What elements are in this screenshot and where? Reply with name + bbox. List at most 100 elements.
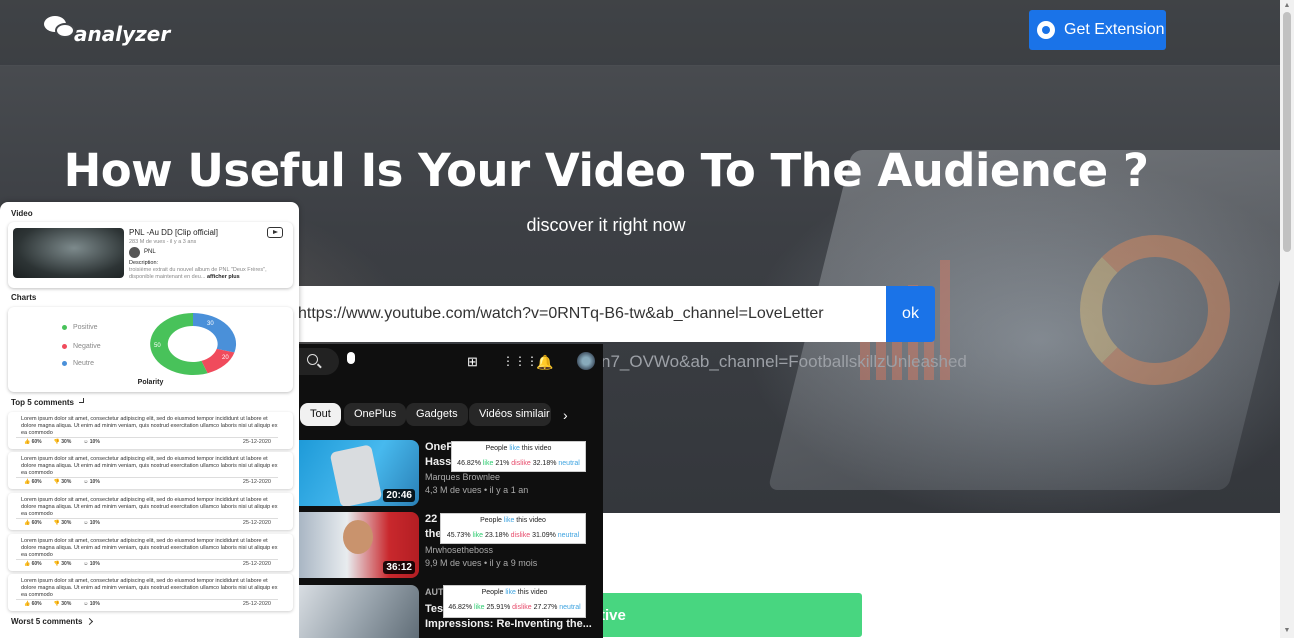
apps-grid-icon[interactable]: ⋮⋮⋮	[502, 354, 538, 368]
page: analyzer Get Extension How Useful Is You…	[0, 0, 1294, 638]
legend-neutral-label: Neutre	[73, 360, 95, 367]
video-description: troisième extrait du nouvel album de PNL…	[129, 267, 291, 281]
show-more-link[interactable]: afficher plus	[207, 274, 240, 280]
polarity-chart-card: Positive Negative Neutre 30 20 50 Polari…	[8, 307, 293, 392]
comment-date: 25-12-2020	[242, 561, 271, 567]
comment-text: Lorem ipsum dolor sit amet, consectetur …	[21, 456, 278, 476]
create-video-icon[interactable]: ⊞	[467, 354, 478, 370]
like-value: 60%	[31, 520, 42, 526]
donut-slice-neutral	[193, 312, 237, 353]
neutral-value: 10%	[89, 479, 100, 485]
chip-gadgets[interactable]: Gadgets	[406, 403, 468, 426]
popup-title-like: like	[505, 589, 516, 596]
chevron-down-icon	[78, 398, 84, 403]
polarity-donut-chart: 30 20 50	[150, 312, 237, 375]
negative-dot	[62, 344, 67, 349]
comment-card: Lorem ipsum dolor sit amet, consectetur …	[8, 452, 293, 489]
chart-title: Polarity	[137, 379, 164, 386]
worst-comments-toggle[interactable]: Worst 5 comments	[11, 617, 94, 626]
channel-avatar	[129, 247, 140, 258]
like-stat: 👍 60%	[24, 479, 42, 485]
legend-negative: Negative	[62, 343, 101, 350]
video-thumbnail[interactable]: 36:12	[299, 512, 419, 578]
positive-dot	[62, 325, 67, 330]
comment-stats: 👍 60% 👎 30% ☺ 10%	[24, 520, 100, 526]
legend-negative-label: Negative	[73, 343, 101, 350]
popup-dislike-value: 21%	[495, 460, 510, 467]
video-title: PNL -Au DD [Clip official]	[129, 228, 218, 237]
comment-date: 25-12-2020	[242, 601, 271, 607]
chip-tout[interactable]: Tout	[300, 403, 341, 426]
dislike-value: 30%	[61, 479, 72, 485]
sentiment-popup: People like this video 46.82% like 21% d…	[451, 441, 586, 472]
microphone-icon[interactable]	[347, 352, 355, 364]
avatar[interactable]	[577, 352, 595, 370]
popup-neutral-value: 31.09%	[532, 532, 556, 539]
like-value: 60%	[31, 479, 42, 485]
popup-title: People like this video	[441, 517, 585, 524]
charts-section-label: Charts	[11, 293, 37, 302]
comment-date: 25-12-2020	[242, 439, 271, 445]
chip-videos-similaires[interactable]: Vidéos similair	[469, 403, 551, 426]
video-meta: 4,3 M de vues • il y a 1 an	[425, 485, 529, 495]
neutral-value: 10%	[89, 439, 100, 445]
dislike-stat: 👎 30%	[53, 479, 72, 485]
popup-stats: 46.82% like 25.91% dislike 27.27% neutra…	[444, 604, 585, 611]
comment-text: Lorem ipsum dolor sit amet, consectetur …	[21, 497, 278, 517]
video-title[interactable]: OneP Hass	[425, 440, 454, 470]
video-title-line1: OneP	[425, 441, 454, 453]
chip-oneplus[interactable]: OnePlus	[344, 403, 407, 426]
donut-label-neutral: 30	[207, 321, 214, 327]
video-thumbnail	[13, 228, 124, 278]
comment-stats: 👍 60% 👎 30% ☺ 10%	[24, 439, 100, 445]
scrollbar-thumb[interactable]	[1283, 12, 1291, 252]
youtube-topbar: ⊞ ⋮⋮⋮ 🔔	[299, 344, 603, 380]
like-stat: 👍 60%	[24, 439, 42, 445]
dislike-value: 30%	[61, 561, 72, 567]
video-thumbnail[interactable]	[299, 585, 419, 638]
comment-stats: 👍 60% 👎 30% ☺ 10%	[24, 601, 100, 607]
dislike-value: 30%	[61, 601, 72, 607]
popup-like-value: 46.82%	[448, 604, 473, 611]
chat-bubbles-icon	[44, 16, 78, 44]
popup-dislike-word: dislike	[508, 532, 531, 539]
get-extension-button[interactable]: Get Extension	[1029, 10, 1166, 50]
popup-dislike-value: 23.18%	[484, 532, 509, 539]
positive-button[interactable]: tive	[560, 593, 862, 637]
chevron-right-icon	[86, 617, 94, 626]
logo[interactable]: analyzer	[44, 16, 170, 46]
like-value: 60%	[31, 561, 42, 567]
neutral-stat: ☺ 10%	[83, 439, 100, 445]
popup-neutral-word: neutral	[556, 460, 580, 467]
extension-preview-panel: Video PNL -Au DD [Clip official] 283 M d…	[0, 202, 299, 638]
video-card: PNL -Au DD [Clip official] 283 M de vues…	[8, 222, 293, 288]
top-comments-toggle[interactable]: Top 5 comments	[11, 398, 84, 407]
scroll-up-icon[interactable]: ▲	[1283, 2, 1291, 9]
bell-icon[interactable]: 🔔	[536, 354, 553, 371]
youtube-icon	[267, 227, 283, 238]
chevron-right-icon[interactable]: ›	[563, 407, 568, 423]
top-comments-label: Top 5 comments	[11, 398, 74, 407]
video-channel[interactable]: Marques Brownlee	[425, 472, 500, 482]
popup-title-like: like	[503, 517, 515, 524]
video-thumbnail[interactable]: 20:46	[299, 440, 419, 506]
video-meta: 283 M de vues - il y a 3 ans	[129, 239, 197, 245]
video-channel[interactable]: Mrwhosetheboss	[425, 545, 493, 555]
popup-title: People like this video	[452, 445, 585, 452]
page-headline: How Useful Is Your Video To The Audience…	[63, 144, 1149, 197]
like-value: 60%	[31, 439, 42, 445]
neutral-dot	[62, 361, 67, 366]
scroll-down-icon[interactable]: ▼	[1283, 627, 1291, 634]
popup-like-value: 45.73%	[446, 532, 471, 539]
like-stat: 👍 60%	[24, 520, 42, 526]
popup-title-post: this video	[519, 445, 552, 452]
search-icon[interactable]	[299, 348, 339, 375]
ok-button[interactable]: ok	[886, 286, 935, 342]
face-shape	[343, 520, 373, 554]
video-url-input[interactable]	[278, 286, 886, 342]
like-value: 60%	[31, 601, 42, 607]
popup-title-pre: People	[485, 445, 510, 452]
chrome-icon	[1037, 21, 1055, 39]
like-stat: 👍 60%	[24, 601, 42, 607]
scrollbar[interactable]: ▲ ▼	[1280, 0, 1294, 638]
